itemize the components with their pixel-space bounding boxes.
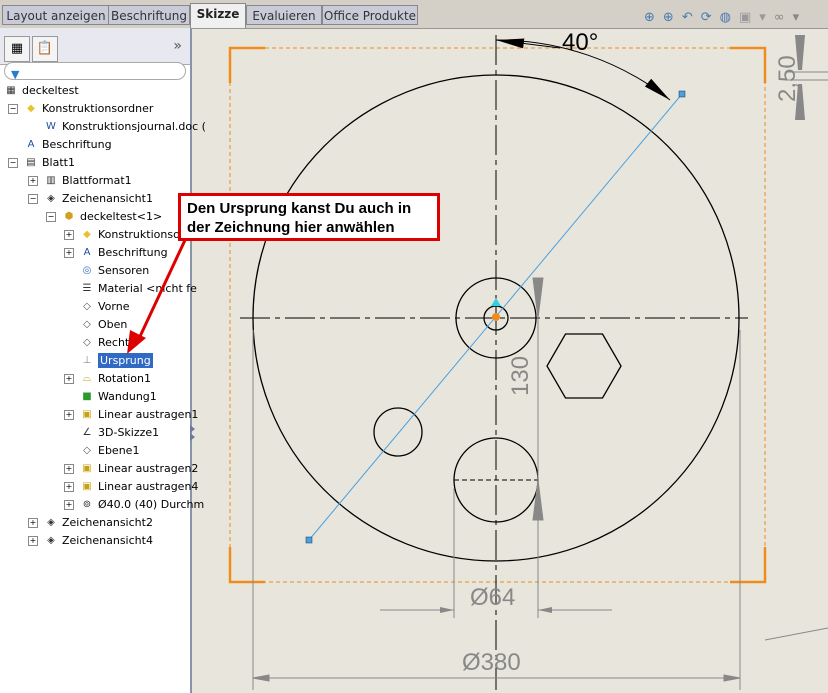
origin-marker-icon <box>491 298 501 306</box>
sketch-endpoint[interactable] <box>678 90 686 98</box>
sketch-endpoint[interactable] <box>305 536 313 544</box>
drawing-sheet[interactable]: 40° 130 Ø64 Ø380 2,50 <box>0 0 828 693</box>
svg-text:130: 130 <box>507 356 534 396</box>
angle-dimension[interactable]: 40° <box>495 29 671 101</box>
callout-annotation: Den Ursprung kanst Du auch in der Zeichn… <box>178 193 440 241</box>
origin-point[interactable] <box>492 313 500 321</box>
svg-text:Ø64: Ø64 <box>470 584 515 611</box>
hexagon <box>546 333 622 399</box>
vertical-dimension[interactable]: 130 <box>507 277 544 521</box>
callout-arrow <box>127 237 188 354</box>
small-hole <box>373 407 423 457</box>
svg-text:2,50: 2,50 <box>774 55 801 102</box>
right-dimension[interactable]: 2,50 <box>764 35 828 641</box>
angle-dimension-text: 40° <box>562 29 598 56</box>
panel-splitter-handle[interactable] <box>190 425 195 441</box>
svg-text:Ø380: Ø380 <box>462 649 521 676</box>
